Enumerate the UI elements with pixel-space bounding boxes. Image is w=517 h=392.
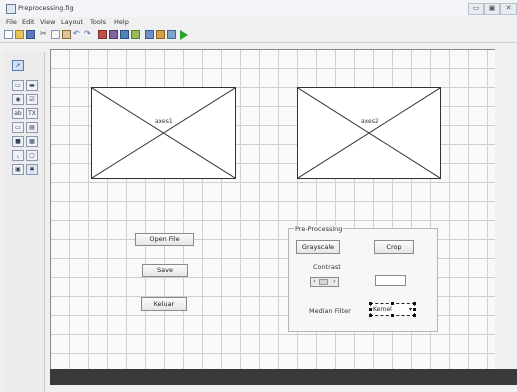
slider-icon[interactable]: ▬ [26, 80, 38, 91]
copy-icon[interactable] [51, 30, 60, 39]
contrast-slider[interactable]: ‹ › [310, 277, 339, 287]
selection-handle[interactable] [413, 308, 416, 311]
guide-app-icon [6, 4, 16, 14]
maximize-button[interactable]: ▣ [484, 3, 500, 15]
slider-thumb[interactable] [319, 279, 328, 285]
axes1[interactable]: axes1 [91, 87, 236, 179]
slider-left-arrow-icon[interactable]: ‹ [311, 278, 318, 286]
selection-handle[interactable] [413, 314, 416, 317]
open-folder-icon[interactable] [15, 30, 24, 39]
panel-title: Pre-Processing [294, 225, 344, 233]
selection-handle[interactable] [391, 314, 394, 317]
checkbox-icon[interactable]: ☑ [26, 94, 38, 105]
radio-button-icon[interactable]: ◉ [12, 94, 24, 105]
menu-file[interactable]: File [6, 18, 17, 26]
run-icon[interactable] [180, 30, 188, 40]
menu-view[interactable]: View [40, 18, 55, 26]
toggle-button-icon[interactable]: ■ [12, 136, 24, 147]
window-title: Preprocessing.fig [18, 4, 74, 12]
activex-icon[interactable]: ✱ [26, 164, 38, 175]
canvas-resize-border [50, 369, 517, 385]
selection-handle[interactable] [413, 302, 416, 305]
axes1-label: axes1 [154, 118, 174, 125]
close-button[interactable]: ✕ [500, 3, 517, 15]
window-titlebar: Preprocessing.fig ▭ ▣ ✕ [0, 0, 517, 18]
align-objects-icon[interactable] [98, 30, 107, 39]
save-button[interactable]: Save [142, 264, 188, 277]
selection-handle[interactable] [369, 308, 372, 311]
toolbar-editor-icon[interactable] [131, 30, 140, 39]
keluar-button[interactable]: Keluar [141, 297, 187, 311]
button-group-icon[interactable]: ▣ [12, 164, 24, 175]
pushbutton-icon[interactable]: ▭ [12, 80, 24, 91]
open-file-button[interactable]: Open File [135, 233, 194, 246]
selection-handle[interactable] [369, 314, 372, 317]
menu-bar: File Edit View Layout Tools Help [0, 17, 517, 28]
contrast-label: Contrast [313, 263, 341, 271]
menu-editor-icon[interactable] [109, 30, 118, 39]
new-file-icon[interactable] [4, 30, 13, 39]
object-browser-icon[interactable] [167, 30, 176, 39]
minimize-button[interactable]: ▭ [468, 3, 484, 15]
menu-help[interactable]: Help [114, 18, 129, 26]
component-palette: ➚ ▭ ▬ ◉ ☑ ab TX ▭ ▤ ■ ▦ ⌞ ▢ ▣ ✱ [4, 52, 45, 392]
listbox-icon[interactable]: ▤ [26, 122, 38, 133]
contrast-edit-field[interactable] [375, 275, 406, 286]
crop-button[interactable]: Crop [374, 240, 414, 254]
property-inspector-icon[interactable] [156, 30, 165, 39]
axes2[interactable]: axes2 [297, 87, 441, 179]
selection-handle[interactable] [391, 302, 394, 305]
menu-edit[interactable]: Edit [22, 18, 35, 26]
menu-tools[interactable]: Tools [90, 18, 106, 26]
chevron-down-icon: ▾ [408, 306, 412, 313]
panel-icon[interactable]: ▢ [26, 150, 38, 161]
pointer-icon[interactable]: ➚ [12, 60, 24, 71]
mfile-editor-icon[interactable] [145, 30, 154, 39]
slider-right-arrow-icon[interactable]: › [331, 278, 338, 286]
redo-icon[interactable]: ↷ [84, 30, 93, 39]
menu-layout[interactable]: Layout [61, 18, 83, 26]
save-icon[interactable] [26, 30, 35, 39]
median-filter-label: Median Filter [309, 307, 351, 315]
table-icon[interactable]: ▦ [26, 136, 38, 147]
static-text-icon[interactable]: TX [26, 108, 38, 119]
axes1-placeholder-icon [92, 88, 235, 178]
grayscale-button[interactable]: Grayscale [296, 240, 340, 254]
selection-handle[interactable] [369, 302, 372, 305]
edit-text-icon[interactable]: ab [12, 108, 24, 119]
popup-menu-icon[interactable]: ▭ [12, 122, 24, 133]
toolbar: ✂ ↶ ↷ [0, 28, 517, 43]
axes2-placeholder-icon [298, 88, 440, 178]
canvas-right-margin [495, 49, 517, 369]
undo-icon[interactable]: ↶ [73, 30, 82, 39]
paste-icon[interactable] [62, 30, 71, 39]
axes2-label: axes2 [360, 118, 380, 125]
cut-icon[interactable]: ✂ [40, 30, 49, 39]
tab-order-icon[interactable] [120, 30, 129, 39]
popup-selected-value: Kernel [373, 306, 392, 313]
axes-icon[interactable]: ⌞ [12, 150, 24, 161]
